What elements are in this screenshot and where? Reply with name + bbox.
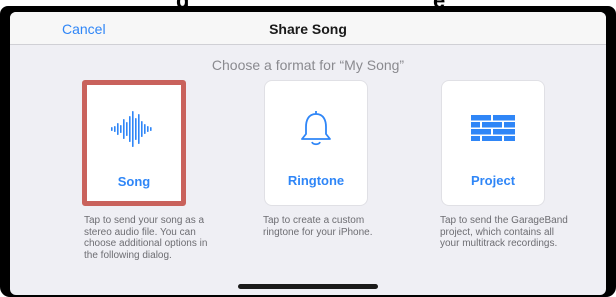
device-frame: Cancel Share Song Choose a format for “M… — [0, 6, 616, 297]
song-option-description: Tap to send your song as a stereo audio … — [84, 215, 208, 261]
project-option-card[interactable]: Project — [441, 80, 545, 206]
format-prompt: Choose a format for “My Song” — [211, 57, 405, 73]
project-option-label: Project — [470, 173, 516, 188]
navigation-bar: Cancel Share Song — [10, 12, 606, 45]
project-option-description: Tap to send the GarageBand project, whic… — [440, 215, 568, 249]
share-song-sheet: Cancel Share Song Choose a format for “M… — [10, 12, 606, 295]
song-option-card[interactable]: Song — [82, 80, 186, 206]
bell-icon — [265, 109, 367, 147]
ringtone-option-card[interactable]: Ringtone — [264, 80, 368, 206]
ringtone-option-description: Tap to create a custom ringtone for your… — [263, 215, 373, 238]
ringtone-option-label: Ringtone — [287, 173, 345, 188]
song-option-label: Song — [117, 174, 151, 189]
sheet-title: Share Song — [269, 21, 347, 37]
waveform-icon — [87, 110, 181, 148]
bricks-icon — [442, 109, 544, 147]
home-indicator — [238, 284, 378, 289]
